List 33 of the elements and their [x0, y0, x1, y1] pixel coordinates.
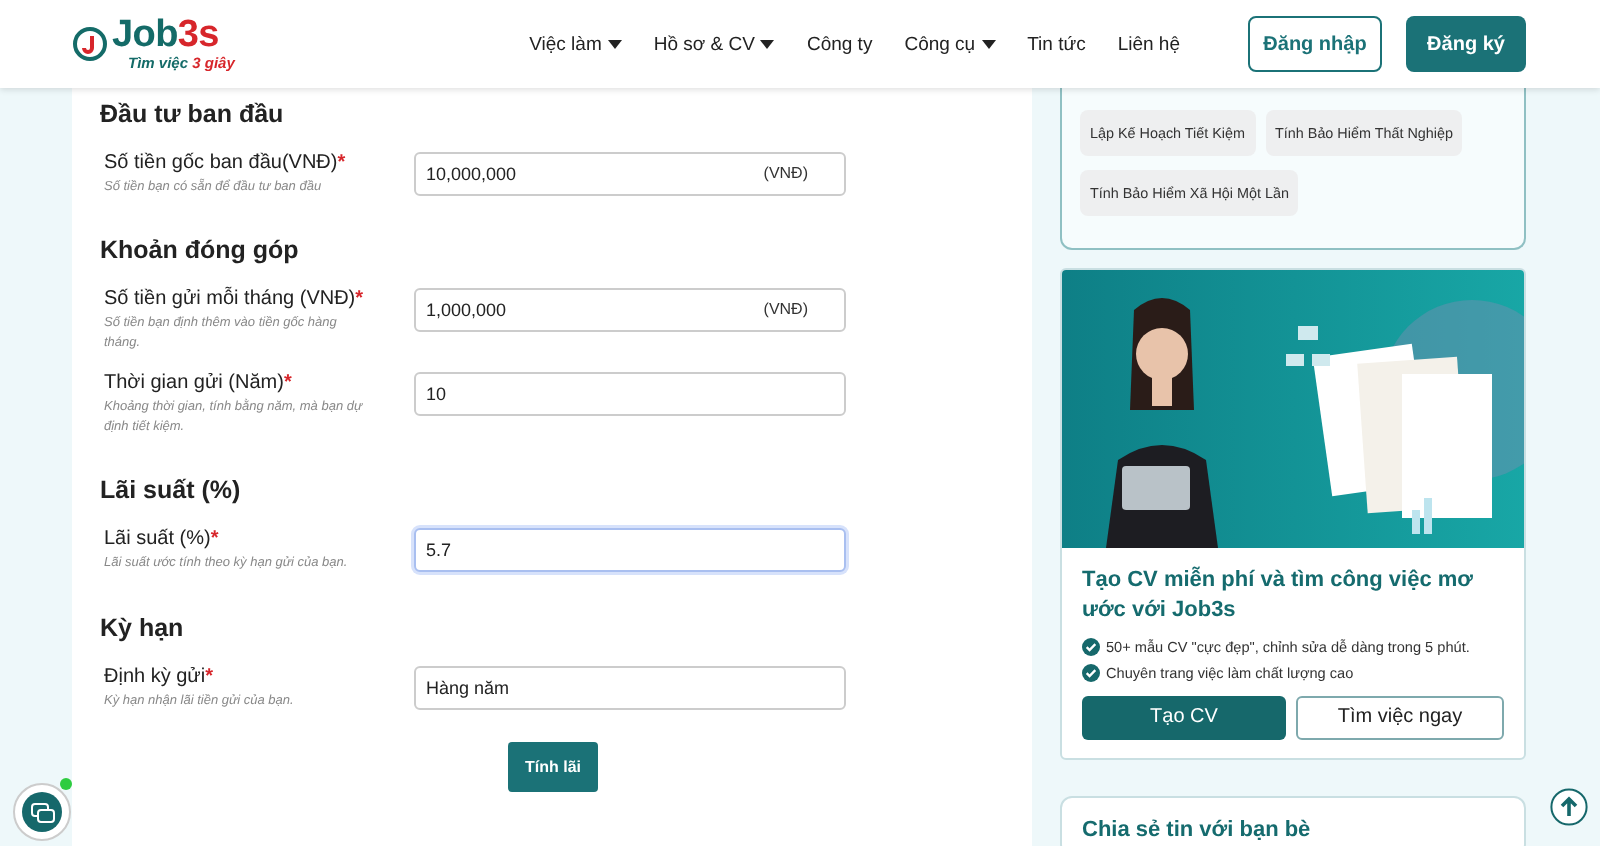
field-label: Lãi suất (%)*: [104, 528, 221, 551]
scroll-top-icon[interactable]: [1550, 788, 1588, 826]
find-job-button[interactable]: Tìm việc ngay: [1296, 695, 1504, 740]
nav-link[interactable]: Hồ sơ & CV: [653, 33, 775, 55]
unit-label: (VNĐ): [763, 300, 808, 319]
promo-title: Tạo CV miễn phí và tìm công việc mơ ước với Job3s: [1082, 566, 1475, 627]
share-title: Chia sẻ tin với bạn bè: [1082, 817, 1311, 842]
nav-link[interactable]: Tin tức: [1027, 33, 1086, 55]
nav-link[interactable]: Công cụ: [904, 33, 996, 55]
logo-icon: [72, 26, 108, 62]
input-field[interactable]: 5.7: [414, 528, 846, 573]
input-field[interactable]: 10: [414, 372, 846, 417]
nav-link[interactable]: Liên hệ: [1117, 33, 1180, 55]
nav-link[interactable]: Công ty: [806, 33, 873, 55]
check-icon: [1082, 663, 1100, 682]
logo[interactable]: Job3s: [112, 16, 235, 55]
field-label: Thời gian gửi (Năm)*: [104, 372, 294, 395]
field-label: Số tiền gốc ban đầu(VNĐ)*: [104, 152, 348, 174]
section-heading: Kỳ hạn: [100, 613, 186, 642]
chat-icon[interactable]: [12, 776, 76, 842]
create-cv-button[interactable]: Tạo CV: [1082, 695, 1286, 740]
section-heading: Đầu tư ban đầu: [100, 100, 286, 128]
nav-link[interactable]: Việc làm: [529, 33, 622, 55]
input-field[interactable]: Hàng năm: [414, 665, 846, 710]
field-label: Số tiền gửi mỗi tháng (VNĐ)*: [104, 288, 366, 311]
unit-label: (VNĐ): [763, 164, 808, 182]
calculate-button[interactable]: Tính lãi: [508, 741, 598, 792]
register-button[interactable]: Đăng ký: [1406, 16, 1526, 72]
check-icon: [1082, 637, 1100, 656]
field-label: Định kỳ gửi*: [104, 665, 216, 688]
section-heading: Khoản đóng góp: [100, 236, 301, 265]
login-button[interactable]: Đăng nhập: [1248, 16, 1382, 72]
section-heading: Lãi suất (%): [100, 476, 243, 505]
